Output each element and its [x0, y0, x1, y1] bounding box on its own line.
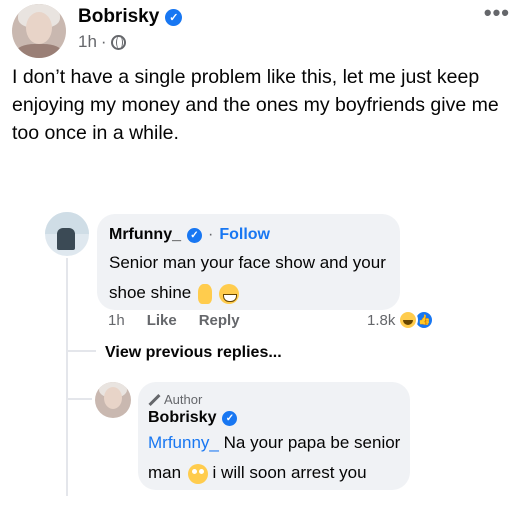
poster-name[interactable]: Bobrisky — [78, 6, 159, 28]
comment-header: Mrfunny_ ✓ · Follow — [109, 226, 270, 244]
reply-author-avatar[interactable] — [95, 382, 131, 418]
commenter-name[interactable]: Mrfunny_ — [109, 226, 181, 244]
pencil-icon — [148, 394, 160, 406]
post-time[interactable]: 1h — [78, 32, 97, 52]
comment-text-block: Senior man your face show and your shoe … — [109, 248, 399, 308]
meta-separator: · — [100, 32, 107, 51]
reply-bubble: Author Bobrisky ✓ Mrfunny_ Na your papa … — [138, 382, 410, 490]
victory-hand-emoji-icon — [197, 283, 212, 304]
reaction-count: 1.8k — [367, 311, 396, 329]
comment-bubble: Mrfunny_ ✓ · Follow Senior man your face… — [97, 214, 400, 310]
post-meta: 1h · — [78, 32, 126, 52]
header-separator: · — [208, 226, 214, 243]
reply-button[interactable]: Reply — [199, 312, 240, 329]
verified-badge-icon: ✓ — [222, 410, 238, 426]
more-options-button[interactable]: ••• — [484, 0, 510, 26]
reply-header: Bobrisky ✓ — [148, 409, 238, 427]
like-button[interactable]: Like — [147, 312, 177, 329]
author-badge-label: Author — [164, 392, 203, 407]
reply-text-end: i will soon arrest you — [212, 463, 367, 482]
thread-connector — [66, 350, 96, 352]
globe-icon — [110, 34, 126, 50]
reply-text-block: Mrfunny_ Na your papa be senior man i wi… — [148, 428, 410, 488]
grinning-emoji-icon — [218, 283, 239, 304]
eye-roll-emoji-icon — [187, 463, 208, 484]
haha-icon — [398, 310, 419, 330]
verified-badge-icon: ✓ — [187, 227, 202, 243]
author-badge: Author — [148, 392, 202, 407]
poster-avatar[interactable] — [12, 4, 66, 58]
reaction-summary[interactable]: 1.8k 👍 — [367, 310, 435, 330]
thread-connector — [66, 398, 92, 400]
reply-author-name[interactable]: Bobrisky — [148, 409, 216, 427]
poster-name-row: Bobrisky ✓ — [78, 6, 183, 28]
comment-actions: 1h Like Reply — [108, 312, 240, 329]
comment-text: Senior man your face show and your shoe … — [109, 253, 386, 302]
follow-button[interactable]: Follow — [219, 226, 270, 244]
commenter-avatar[interactable] — [45, 212, 89, 256]
mention-link[interactable]: Mrfunny_ — [148, 433, 219, 452]
view-previous-replies-link[interactable]: View previous replies... — [105, 344, 282, 362]
post-text: I don’t have a single problem like this,… — [12, 66, 499, 144]
thread-line — [66, 258, 68, 496]
comment-time[interactable]: 1h — [108, 312, 125, 329]
verified-badge-icon: ✓ — [165, 8, 183, 26]
